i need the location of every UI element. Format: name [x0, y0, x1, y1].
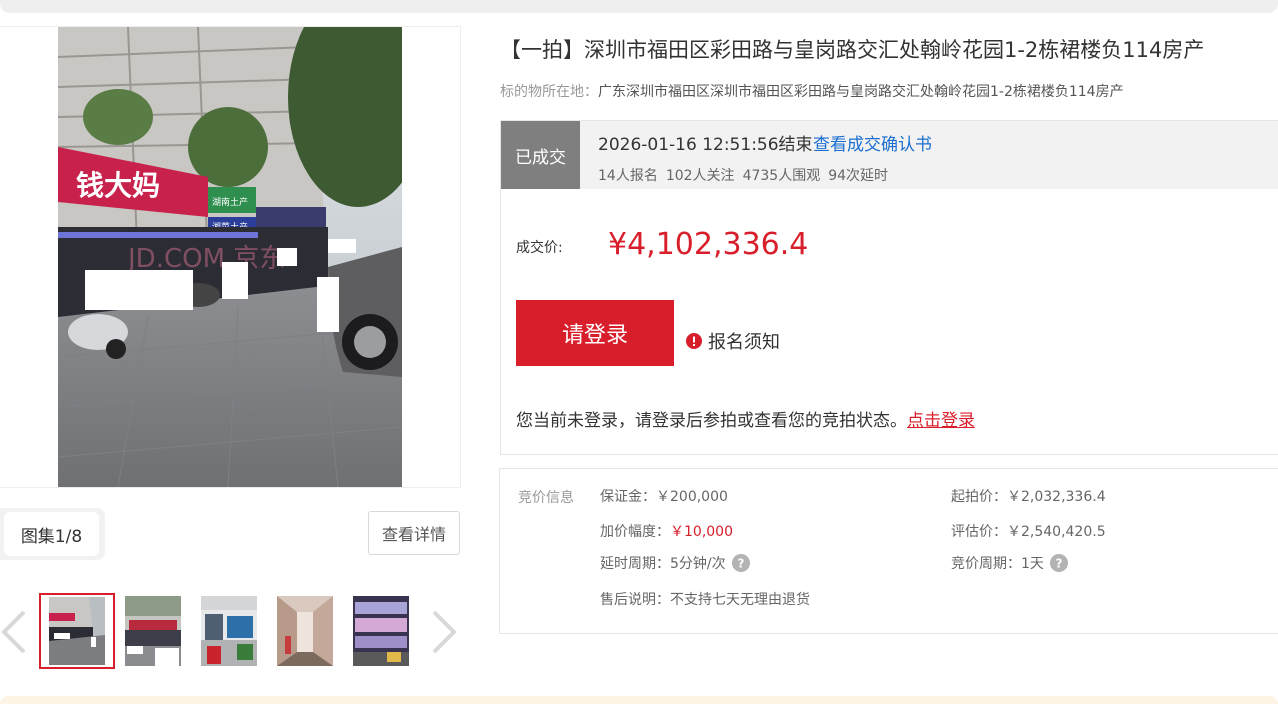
appraisal-label: 评估价： — [951, 524, 1007, 540]
album-counter-label: 图集1/8 — [4, 512, 99, 556]
after-sale-value: 不支持七天无理由退货 — [670, 592, 810, 608]
question-icon[interactable]: ? — [731, 554, 750, 572]
delay-label: 延时周期： — [600, 556, 670, 572]
watermark-text: JD.COM 京东 — [126, 244, 285, 274]
main-photo-frame: 钱大妈 湖南土产 湘菜土产 JD.COM 京 — [0, 26, 461, 488]
login-tip: 您当前未登录，请登录后参拍或查看您的竞拍状态。点击登录 — [516, 406, 975, 431]
deposit-value: ￥200,000 — [656, 489, 728, 505]
thumbnail-4[interactable] — [277, 596, 333, 666]
increment-value: ￥10,000 — [670, 524, 733, 540]
stat-delays: 94次延时 — [828, 168, 889, 184]
auction-status-panel: 已成交 2026-01-16 12:51:56结束 查看成交确认书 14人报名 1… — [500, 120, 1278, 455]
stat-followers: 102人关注 — [665, 168, 735, 184]
thumbnail-3[interactable] — [201, 596, 257, 666]
login-tip-text: 您当前未登录，请登录后参拍或查看您的竞拍状态。 — [516, 411, 907, 431]
status-header: 已成交 2026-01-16 12:51:56结束 查看成交确认书 14人报名 1… — [501, 121, 1278, 189]
small-sign-text-1: 湖南土产 — [212, 196, 248, 208]
appraisal-row: 评估价： ￥2,540,420.5 — [951, 521, 1106, 541]
view-details-button[interactable]: 查看详情 — [368, 511, 460, 555]
thumbnail-prev-button[interactable] — [0, 608, 28, 656]
shop-sign-text: 钱大妈 — [76, 169, 160, 202]
status-badge: 已成交 — [501, 121, 580, 189]
start-price-label: 起拍价： — [951, 489, 1007, 505]
bid-info-panel: 竞价信息 保证金： ￥200,000 起拍价： ￥2,032,336.4 加价幅度：… — [499, 468, 1278, 634]
registration-notice-link[interactable]: 报名须知 — [686, 328, 780, 354]
thumbnail-2[interactable] — [125, 596, 181, 666]
alert-icon — [686, 333, 702, 349]
bottom-banner-edge — [0, 696, 1278, 704]
question-icon[interactable]: ? — [1049, 554, 1068, 572]
deposit-row: 保证金： ￥200,000 — [600, 486, 728, 506]
view-confirmation-link[interactable]: 查看成交确认书 — [813, 130, 932, 155]
login-button[interactable]: 请登录 — [516, 300, 674, 366]
svg-text:?: ? — [1055, 557, 1062, 571]
final-price-label: 成交价: — [516, 240, 563, 256]
top-divider — [0, 0, 1278, 13]
increment-row: 加价幅度： ￥10,000 — [600, 521, 733, 541]
after-sale-label: 售后说明： — [600, 592, 670, 608]
start-price-value: ￥2,032,336.4 — [1007, 489, 1106, 505]
album-counter: 图集1/8 — [0, 508, 105, 560]
after-sale-row: 售后说明： 不支持七天无理由退货 — [600, 589, 810, 609]
svg-text:?: ? — [737, 557, 744, 571]
deposit-label: 保证金： — [600, 489, 656, 505]
delay-value: 5分钟/次 — [670, 556, 726, 572]
bid-info-label: 竞价信息 — [518, 490, 574, 506]
cycle-row: 竞价周期： 1天 ? — [951, 553, 1068, 573]
stat-registrations: 14人报名 — [598, 168, 658, 184]
increment-label: 加价幅度： — [600, 524, 670, 540]
cycle-label: 竞价周期： — [951, 556, 1021, 572]
cycle-value: 1天 — [1021, 556, 1044, 572]
thumbnail-5[interactable] — [353, 596, 409, 666]
auction-stats: 14人报名 102人关注 4735人围观 94次延时 — [598, 165, 896, 185]
chevron-right-icon — [432, 610, 457, 654]
location-label: 标的物所在地： — [500, 84, 598, 100]
end-time: 2026-01-16 12:51:56结束 — [598, 135, 813, 155]
listing-title: 【一拍】深圳市福田区彩田路与皇岗路交汇处翰岭花园1-2栋裙楼负114房产 — [500, 38, 1205, 62]
stat-viewers: 4735人围观 — [742, 168, 821, 184]
main-property-photo[interactable]: 钱大妈 湖南土产 湘菜土产 JD.COM 京 — [58, 27, 402, 487]
appraisal-value: ￥2,540,420.5 — [1007, 524, 1106, 540]
thumbnail-1[interactable] — [39, 593, 115, 669]
listing-location: 标的物所在地：广东深圳市福田区深圳市福田区彩田路与皇岗路交汇处翰岭花园1-2栋裙… — [500, 81, 1124, 101]
chevron-left-icon — [1, 610, 26, 654]
start-price-row: 起拍价： ￥2,032,336.4 — [951, 486, 1106, 506]
final-price-value: ¥4,102,336.4 — [608, 227, 809, 262]
registration-notice-label: 报名须知 — [708, 332, 780, 353]
thumbnail-next-button[interactable] — [430, 608, 458, 656]
click-login-link[interactable]: 点击登录 — [907, 411, 975, 431]
delay-row: 延时周期： 5分钟/次 ? — [600, 553, 750, 573]
location-value: 广东深圳市福田区深圳市福田区彩田路与皇岗路交汇处翰岭花园1-2栋裙楼负114房产 — [598, 84, 1124, 100]
